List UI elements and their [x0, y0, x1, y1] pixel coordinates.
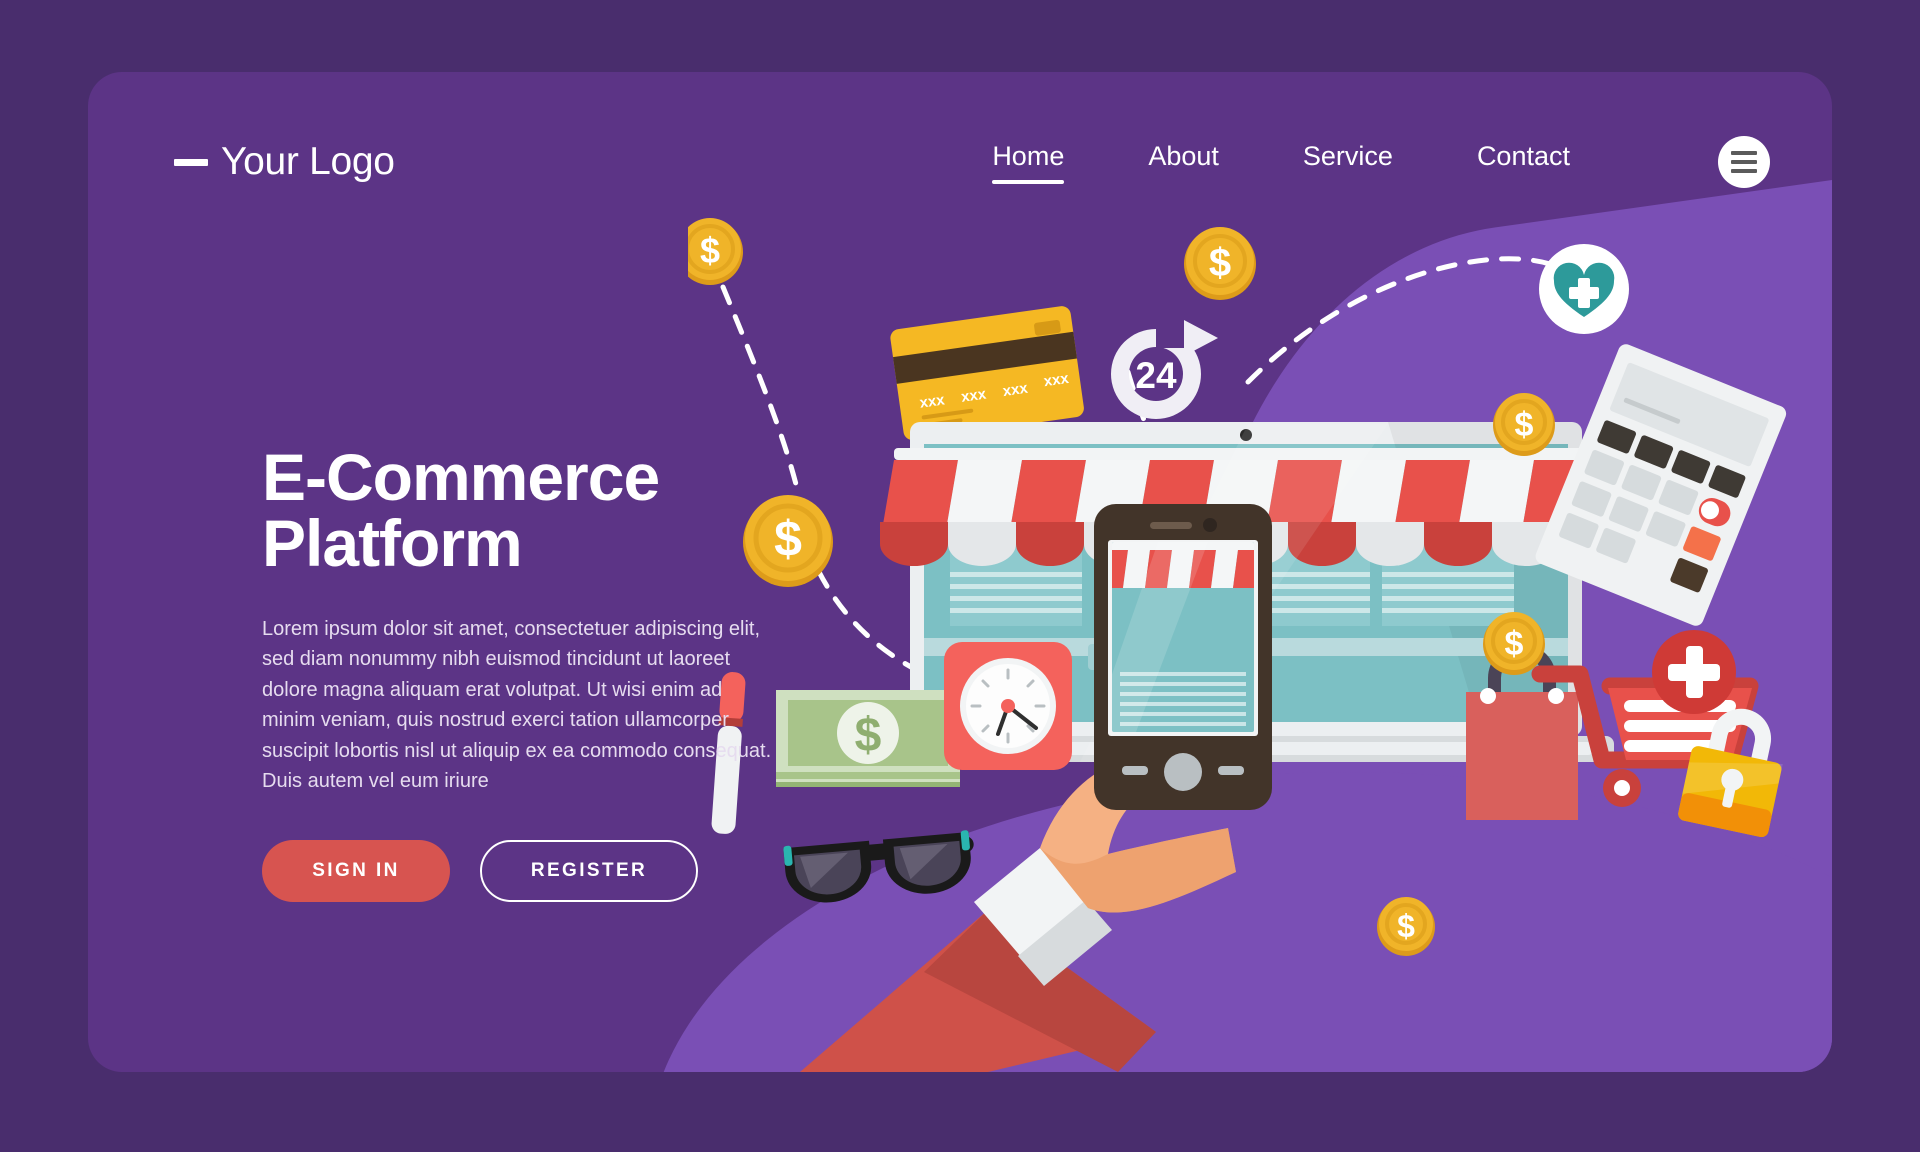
logo-text: Your Logo: [221, 140, 395, 183]
hero-card: Your Logo Home About Service Contact E-C…: [88, 72, 1832, 1072]
svg-text:$: $: [774, 511, 802, 567]
add-to-cart-icon: [1652, 630, 1736, 714]
nav-item-contact[interactable]: Contact: [1477, 141, 1570, 184]
brand-logo[interactable]: Your Logo: [174, 140, 395, 184]
hero-title-line-2: Platform: [262, 506, 523, 580]
main-nav: Home About Service Contact: [992, 136, 1770, 188]
hamburger-menu-icon[interactable]: [1718, 136, 1770, 188]
nav-item-home[interactable]: Home: [992, 141, 1065, 184]
svg-text:xxx: xxx: [960, 385, 988, 405]
hero-title-line-1: E-Commerce: [262, 440, 660, 514]
hero-description: Lorem ipsum dolor sit amet, consectetuer…: [262, 618, 772, 792]
hamburger-bar: [1731, 151, 1757, 155]
svg-text:$: $: [1515, 406, 1534, 444]
credit-card-icon: xxx xxx xxx xxx: [890, 306, 1084, 441]
sign-in-button[interactable]: SIGN IN: [262, 840, 450, 903]
svg-text:xxx: xxx: [1002, 380, 1030, 400]
hero-actions: SIGN IN REGISTER: [262, 840, 772, 903]
logo-dash-icon: [174, 158, 208, 166]
banknote-icon: $: [776, 690, 960, 787]
nav-item-service[interactable]: Service: [1303, 141, 1393, 184]
svg-text:$: $: [1505, 625, 1524, 663]
wishlist-heart-icon: [1539, 244, 1629, 334]
svg-text:$: $: [855, 709, 882, 762]
sunglasses-icon: [783, 830, 974, 903]
page-title: E-Commerce Platform: [262, 444, 772, 576]
alarm-clock-icon: [944, 642, 1072, 770]
svg-text:xxx: xxx: [919, 391, 947, 411]
hero-copy: E-Commerce Platform Lorem ipsum dolor si…: [262, 444, 772, 903]
smartphone-store: [1094, 504, 1272, 810]
coin-bottom: $: [1377, 897, 1435, 956]
nav-item-about[interactable]: About: [1148, 141, 1219, 184]
svg-text:xxx: xxx: [1043, 370, 1071, 390]
register-button[interactable]: REGISTER: [480, 840, 698, 903]
hamburger-bar: [1731, 169, 1757, 173]
site-header: Your Logo Home About Service Contact: [88, 72, 1832, 252]
coin-calculator: $: [1493, 393, 1555, 456]
support-24h-icon: 24: [1111, 320, 1218, 419]
svg-text:24: 24: [1135, 355, 1177, 396]
hamburger-bar: [1731, 160, 1757, 164]
svg-text:$: $: [1397, 908, 1415, 944]
